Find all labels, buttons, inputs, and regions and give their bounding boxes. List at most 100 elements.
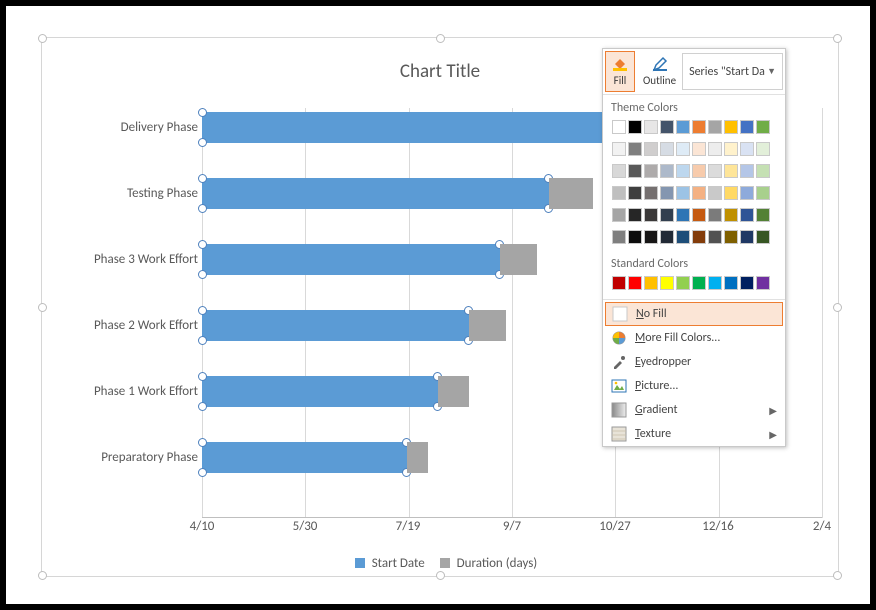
series-handle[interactable] xyxy=(198,468,207,477)
picture-item[interactable]: Picture... xyxy=(603,374,785,398)
color-swatch[interactable] xyxy=(628,186,642,200)
bar-duration[interactable] xyxy=(438,376,469,407)
color-swatch[interactable] xyxy=(756,142,770,156)
color-swatch[interactable] xyxy=(756,120,770,134)
color-swatch[interactable] xyxy=(612,142,626,156)
bar-start-date[interactable] xyxy=(202,178,549,209)
series-handle[interactable] xyxy=(198,402,207,411)
color-swatch[interactable] xyxy=(692,230,706,244)
color-swatch[interactable] xyxy=(628,230,642,244)
series-handle[interactable] xyxy=(198,372,207,381)
color-swatch[interactable] xyxy=(612,164,626,178)
bar-start-date[interactable] xyxy=(202,376,438,407)
resize-handle[interactable] xyxy=(833,571,842,580)
eyedropper-item[interactable]: Eyedropper xyxy=(603,350,785,374)
color-swatch[interactable] xyxy=(628,120,642,134)
color-swatch[interactable] xyxy=(628,276,642,290)
color-swatch[interactable] xyxy=(708,186,722,200)
more-fill-colors-item[interactable]: More Fill Colors... xyxy=(603,326,785,350)
resize-handle[interactable] xyxy=(436,571,445,580)
color-swatch[interactable] xyxy=(644,164,658,178)
color-swatch[interactable] xyxy=(724,142,738,156)
color-swatch[interactable] xyxy=(628,208,642,222)
series-handle[interactable] xyxy=(198,204,207,213)
color-swatch[interactable] xyxy=(660,120,674,134)
gradient-item[interactable]: Gradient ▶ xyxy=(603,398,785,422)
color-swatch[interactable] xyxy=(612,230,626,244)
color-swatch[interactable] xyxy=(740,142,754,156)
color-swatch[interactable] xyxy=(692,164,706,178)
resize-handle[interactable] xyxy=(833,303,842,312)
series-handle[interactable] xyxy=(198,306,207,315)
color-swatch[interactable] xyxy=(676,120,690,134)
color-swatch[interactable] xyxy=(612,120,626,134)
color-swatch[interactable] xyxy=(660,142,674,156)
color-swatch[interactable] xyxy=(676,276,690,290)
color-swatch[interactable] xyxy=(708,230,722,244)
color-swatch[interactable] xyxy=(740,276,754,290)
series-handle[interactable] xyxy=(198,336,207,345)
color-swatch[interactable] xyxy=(644,276,658,290)
series-selector[interactable]: Series "Start Da ▼ xyxy=(682,53,783,90)
color-swatch[interactable] xyxy=(644,230,658,244)
resize-handle[interactable] xyxy=(38,571,47,580)
color-swatch[interactable] xyxy=(756,276,770,290)
resize-handle[interactable] xyxy=(833,34,842,43)
fill-button[interactable]: Fill xyxy=(605,51,635,92)
chart-legend[interactable]: Start Date Duration (days) xyxy=(42,556,838,571)
color-swatch[interactable] xyxy=(708,142,722,156)
color-swatch[interactable] xyxy=(692,276,706,290)
color-swatch[interactable] xyxy=(676,230,690,244)
color-swatch[interactable] xyxy=(740,230,754,244)
bar-duration[interactable] xyxy=(469,310,506,341)
color-swatch[interactable] xyxy=(724,208,738,222)
color-swatch[interactable] xyxy=(708,276,722,290)
color-swatch[interactable] xyxy=(724,120,738,134)
color-swatch[interactable] xyxy=(708,208,722,222)
color-swatch[interactable] xyxy=(676,164,690,178)
color-swatch[interactable] xyxy=(740,164,754,178)
series-handle[interactable] xyxy=(198,108,207,117)
color-swatch[interactable] xyxy=(692,186,706,200)
color-swatch[interactable] xyxy=(740,186,754,200)
bar-start-date[interactable] xyxy=(202,310,469,341)
no-fill-item[interactable]: No Fill xyxy=(605,302,783,326)
bar-duration[interactable] xyxy=(549,178,592,209)
color-swatch[interactable] xyxy=(644,208,658,222)
bar-start-date[interactable] xyxy=(202,244,500,275)
color-swatch[interactable] xyxy=(708,164,722,178)
outline-button[interactable]: Outline xyxy=(637,51,682,92)
texture-item[interactable]: Texture ▶ xyxy=(603,422,785,446)
resize-handle[interactable] xyxy=(38,303,47,312)
color-swatch[interactable] xyxy=(676,186,690,200)
color-swatch[interactable] xyxy=(756,230,770,244)
color-swatch[interactable] xyxy=(724,276,738,290)
series-handle[interactable] xyxy=(198,240,207,249)
color-swatch[interactable] xyxy=(724,230,738,244)
color-swatch[interactable] xyxy=(612,186,626,200)
bar-duration[interactable] xyxy=(407,442,429,473)
color-swatch[interactable] xyxy=(612,208,626,222)
series-handle[interactable] xyxy=(198,438,207,447)
resize-handle[interactable] xyxy=(436,34,445,43)
color-swatch[interactable] xyxy=(628,164,642,178)
series-handle[interactable] xyxy=(198,138,207,147)
color-swatch[interactable] xyxy=(692,208,706,222)
color-swatch[interactable] xyxy=(756,208,770,222)
color-swatch[interactable] xyxy=(676,208,690,222)
color-swatch[interactable] xyxy=(756,186,770,200)
color-swatch[interactable] xyxy=(660,208,674,222)
color-swatch[interactable] xyxy=(708,120,722,134)
color-swatch[interactable] xyxy=(644,120,658,134)
bar-duration[interactable] xyxy=(500,244,537,275)
color-swatch[interactable] xyxy=(628,142,642,156)
color-swatch[interactable] xyxy=(660,230,674,244)
color-swatch[interactable] xyxy=(660,164,674,178)
resize-handle[interactable] xyxy=(38,34,47,43)
color-swatch[interactable] xyxy=(676,142,690,156)
color-swatch[interactable] xyxy=(612,276,626,290)
color-swatch[interactable] xyxy=(756,164,770,178)
color-swatch[interactable] xyxy=(660,186,674,200)
color-swatch[interactable] xyxy=(660,276,674,290)
color-swatch[interactable] xyxy=(724,186,738,200)
